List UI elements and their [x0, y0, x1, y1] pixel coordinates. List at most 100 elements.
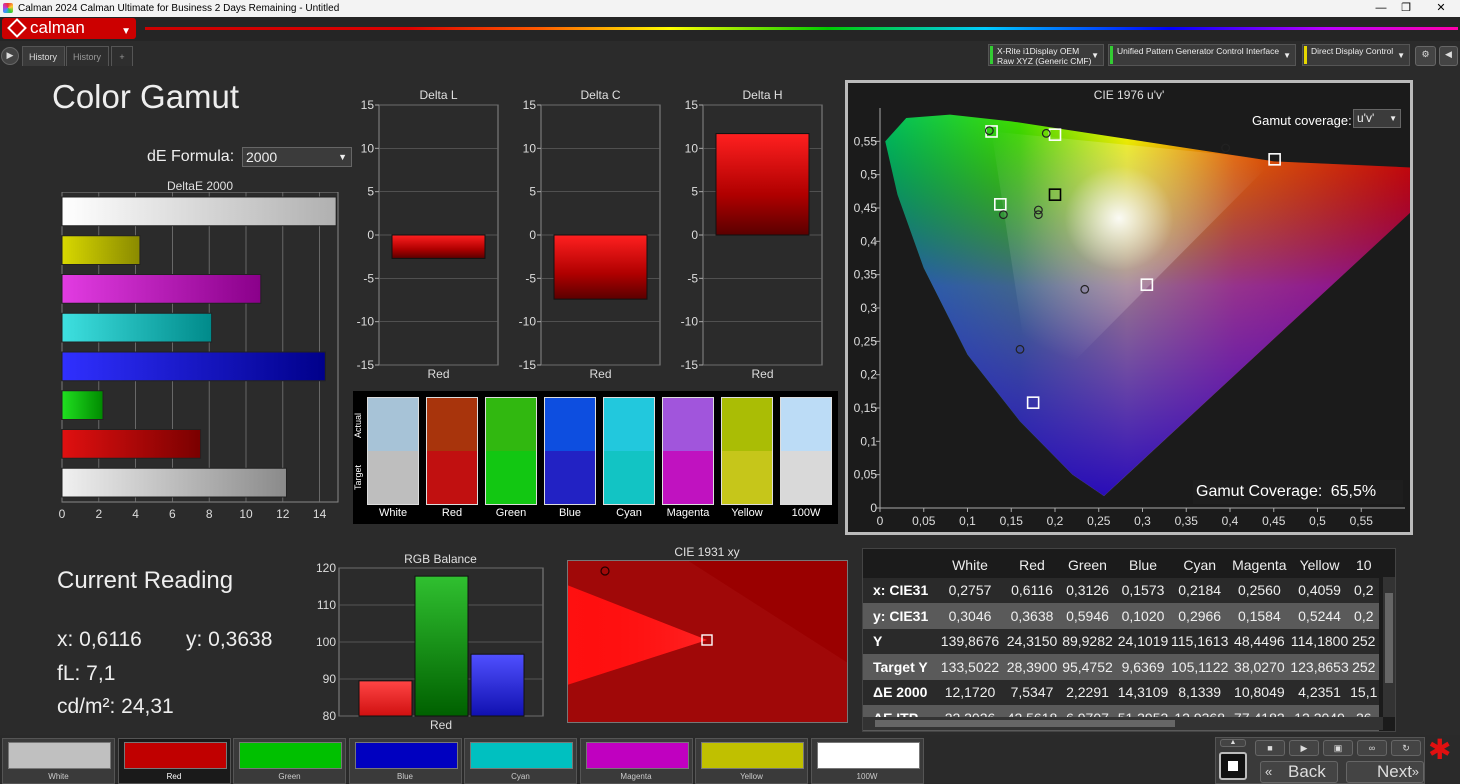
comparison-label: Yellow [731, 507, 763, 519]
deltae-x-tick: 10 [239, 507, 253, 521]
scrollbar-thumb[interactable] [1385, 593, 1393, 683]
de-formula-select[interactable]: 2000 ▼ [242, 147, 352, 167]
stop-small-icon[interactable]: ■ [1255, 740, 1285, 756]
table-cell: 24,3150 [1006, 633, 1058, 650]
gamut-coverage-select[interactable]: u'v' ▼ [1353, 109, 1401, 128]
maximize-icon[interactable]: ❐ [1391, 1, 1421, 16]
delta-y-tick: 0 [529, 228, 536, 242]
rgb-bar-blue [470, 653, 525, 717]
table-cell: 24,1019 [1117, 633, 1169, 650]
pattern-generator-select[interactable]: Unified Pattern Generator Control Interf… [1108, 44, 1296, 66]
patch-red[interactable]: Red [117, 738, 231, 784]
close-icon[interactable]: ✕ [1426, 1, 1456, 16]
delta-y-tick: 10 [361, 141, 375, 155]
table-cell: 0,3126 [1066, 582, 1109, 599]
table-horizontal-scrollbar[interactable] [863, 717, 1383, 730]
table-cell: 0,3046 [948, 607, 992, 624]
target-color [427, 451, 477, 504]
deltae-x-tick: 4 [132, 507, 139, 521]
target-label: Target [353, 464, 363, 490]
patch-label: Blue [396, 772, 413, 781]
cie-y-tick: 0,55 [854, 134, 878, 148]
cie-y-tick: 0,45 [854, 201, 878, 215]
asterisk-icon[interactable]: ✱ [1428, 733, 1451, 766]
display-control-select[interactable]: Direct Display Control ▼ [1302, 44, 1410, 66]
calman-logo-icon [7, 18, 27, 38]
delta-category-label: Red [427, 367, 449, 381]
patch-label: Yellow [740, 772, 763, 781]
gear-icon[interactable]: ⚙ [1415, 46, 1436, 66]
device-status-indicator [990, 46, 993, 64]
table-row[interactable]: Y 139,8676 24,3150 89,9282 24,1019 115,1613 48… [863, 628, 1379, 654]
calman-menu-button[interactable]: calman ▼ [2, 18, 136, 39]
table-row[interactable]: Target Y 133,5022 28,3900 95,4752 9,6369 105,… [863, 654, 1379, 680]
patch-green[interactable]: Green [233, 738, 346, 784]
scrollbar-thumb[interactable] [875, 720, 1175, 727]
reading-y: y: 0,3638 [186, 628, 273, 651]
cie1976-chart: 0 0,05 0,1 0,15 0,2 0,25 0,3 0,35 0,4 0,45 0,5 0,55… [854, 108, 1410, 528]
patch-label: Magenta [620, 772, 652, 781]
row-header: Y [873, 633, 883, 650]
actual-color [663, 398, 713, 451]
table-cell: 14,3109 [1117, 684, 1169, 701]
rgb-y-tick: 110 [317, 598, 336, 612]
comparison-swatch-blue [544, 397, 596, 505]
table-row[interactable]: ΔE 2000 12,1720 7,5347 2,2291 14,3109 8,1339 1… [863, 679, 1379, 705]
patch-blue[interactable]: Blue [348, 738, 462, 784]
deltae-bar-magenta [61, 274, 262, 304]
deltae-bar-white [61, 196, 337, 227]
refresh-icon[interactable]: ↻ [1391, 740, 1421, 756]
column-header: White [952, 556, 988, 573]
play-icon[interactable]: ▶ [1, 47, 19, 65]
play-icon[interactable]: ▶ [1289, 740, 1319, 756]
column-header [863, 552, 936, 578]
delta-y-tick: -15 [519, 358, 537, 372]
patch-cyan[interactable]: Cyan [464, 738, 577, 784]
cie-y-tick: 0,1 [860, 434, 877, 448]
gamut-coverage-label: Gamut coverage: [1252, 113, 1352, 128]
next-button[interactable]: Next » [1346, 761, 1424, 783]
back-button[interactable]: « Back [1260, 761, 1338, 783]
table-cell: 139,8676 [940, 633, 1000, 650]
measurement-table-panel: White Red Green Blue Cyan Magenta Yellow 10 x: C… [862, 548, 1396, 732]
patch-label: White [48, 772, 69, 781]
deltae-bar-blue [61, 351, 326, 382]
table-row[interactable]: x: CIE31 0,2757 0,6116 0,3126 0,1573 0,2184 0,… [863, 577, 1379, 603]
app-icon [3, 3, 13, 13]
cie-y-tick: 0,2 [860, 368, 877, 382]
delta-chart-title: Delta H [742, 88, 782, 102]
delta-category-label: Red [589, 367, 611, 381]
current-reading-title: Current Reading [57, 567, 234, 594]
meter-device-select[interactable]: X-Rite i1Display OEM Raw XYZ (Generic CM… [988, 44, 1104, 66]
patch-yellow[interactable]: Yellow [695, 738, 808, 784]
stop-button[interactable] [1219, 752, 1247, 780]
table-cell: 0,2966 [1178, 607, 1222, 624]
chevron-left-icon[interactable]: ◀ [1439, 46, 1458, 66]
device-status-indicator [1110, 46, 1113, 64]
delta-y-tick: -10 [357, 315, 375, 329]
actual-color [722, 398, 772, 451]
loop-icon[interactable]: ∞ [1357, 740, 1387, 756]
comparison-label: Magenta [666, 507, 710, 519]
patch-white[interactable]: White [2, 738, 115, 784]
table-row[interactable]: y: CIE31 0,3046 0,3638 0,5946 0,1020 0,2966 0,… [863, 603, 1379, 629]
chevron-down-icon: ▼ [1389, 114, 1397, 123]
eject-icon[interactable]: ▲ [1220, 739, 1246, 747]
comparison-label: White [378, 507, 408, 519]
table-cell: 252 [1352, 633, 1376, 650]
patch-magenta[interactable]: Magenta [579, 738, 693, 784]
cie-y-tick: 0,5 [860, 168, 877, 182]
cie-y-tick: 0,4 [860, 234, 877, 248]
cie-y-tick: 0,05 [854, 468, 878, 482]
tab-history-2[interactable]: History 2 [66, 46, 109, 82]
table-cell: 0,1573 [1121, 582, 1165, 599]
tab-history-1[interactable]: History 1 [22, 46, 65, 82]
table-vertical-scrollbar[interactable] [1383, 577, 1395, 717]
add-tab-icon[interactable]: + [111, 46, 133, 66]
patch-100w[interactable]: 100W [810, 738, 924, 784]
comparison-swatch-100w [780, 397, 832, 505]
save-icon[interactable]: ▣ [1323, 740, 1353, 756]
delta-y-tick: -5 [525, 271, 536, 285]
device-line1: Unified Pattern Generator Control Interf… [1117, 46, 1280, 56]
comparison-label: Blue [558, 507, 582, 519]
